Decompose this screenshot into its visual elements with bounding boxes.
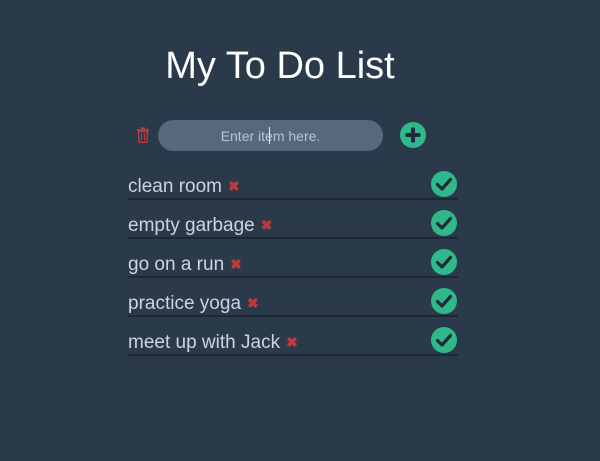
list-item: empty garbage ✖ (128, 208, 458, 247)
delete-item-icon[interactable]: ✖ (261, 214, 273, 236)
item-text: clean room (128, 176, 222, 197)
complete-item-button[interactable] (431, 210, 457, 236)
item-label: go on a run ✖ (128, 253, 242, 276)
item-divider (128, 354, 458, 356)
trash-icon[interactable] (136, 127, 150, 143)
item-divider (128, 237, 458, 239)
list-item: clean room ✖ (128, 169, 458, 208)
page-title: My To Do List (165, 45, 395, 87)
item-divider (128, 276, 458, 278)
complete-item-button[interactable] (431, 249, 457, 275)
text-caret (269, 127, 270, 144)
item-label: practice yoga ✖ (128, 292, 259, 315)
item-divider (128, 198, 458, 200)
list-item: practice yoga ✖ (128, 286, 458, 325)
new-item-input[interactable] (158, 120, 383, 151)
item-text: practice yoga (128, 293, 242, 314)
item-text: empty garbage (128, 215, 255, 236)
item-divider (128, 315, 458, 317)
list-item: meet up with Jack ✖ (128, 325, 458, 364)
item-label: clean room ✖ (128, 175, 240, 198)
item-label: empty garbage ✖ (128, 214, 272, 237)
delete-item-icon[interactable]: ✖ (228, 175, 240, 197)
item-text: meet up with Jack (128, 332, 281, 353)
delete-item-icon[interactable]: ✖ (247, 292, 259, 314)
add-item-button[interactable] (400, 122, 426, 148)
delete-item-icon[interactable]: ✖ (230, 253, 242, 275)
item-label: meet up with Jack ✖ (128, 331, 298, 354)
item-text: go on a run (128, 254, 225, 275)
list-item: go on a run ✖ (128, 247, 458, 286)
new-item-input-wrapper (158, 120, 383, 151)
complete-item-button[interactable] (431, 171, 457, 197)
todo-list: clean room ✖ empty garbage ✖ go on a run ✖ pra… (128, 169, 458, 364)
delete-item-icon[interactable]: ✖ (286, 331, 298, 353)
complete-item-button[interactable] (431, 327, 457, 353)
complete-item-button[interactable] (431, 288, 457, 314)
